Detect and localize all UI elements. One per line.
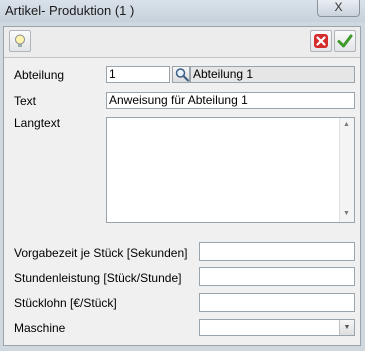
text-label: Text — [14, 94, 37, 108]
magnifier-icon — [175, 68, 189, 82]
toolbar — [4, 27, 360, 58]
abteilung-lookup-button[interactable] — [172, 66, 190, 83]
dialog-body: Abteilung 1 Abteilung 1 Text Anweisung f… — [3, 26, 361, 346]
green-check-icon — [337, 34, 353, 48]
stuecklohn-label: Stücklohn [€/Stück] — [14, 296, 117, 310]
close-button[interactable]: X — [317, 0, 360, 17]
hint-button[interactable] — [9, 30, 31, 52]
text-input[interactable]: Anweisung für Abteilung 1 — [106, 92, 355, 109]
title-bar[interactable]: Artikel- Produktion (1 ) X — [0, 0, 365, 22]
langtext-textarea[interactable]: ▲ ▼ — [106, 117, 355, 223]
red-x-icon — [314, 34, 328, 48]
dialog-window: Artikel- Produktion (1 ) X Abteilung 1 A… — [0, 0, 365, 351]
langtext-scrollbar[interactable]: ▲ ▼ — [339, 118, 354, 222]
stundenleistung-label: Stundenleistung [Stück/Stunde] — [14, 271, 182, 285]
window-title: Artikel- Produktion (1 ) — [5, 3, 135, 18]
stundenleistung-input[interactable] — [199, 267, 355, 286]
vorgabezeit-input[interactable] — [199, 242, 355, 261]
langtext-label: Langtext — [14, 116, 61, 130]
abteilung-input[interactable]: 1 — [106, 66, 170, 83]
scroll-up-icon[interactable]: ▲ — [343, 121, 350, 128]
maschine-label: Maschine — [14, 321, 66, 335]
vorgabezeit-label: Vorgabezeit je Stück [Sekunden] — [14, 246, 188, 260]
abteilung-label: Abteilung — [14, 68, 65, 82]
stuecklohn-input[interactable] — [199, 293, 355, 312]
confirm-button[interactable] — [334, 30, 356, 52]
abteilung-description: Abteilung 1 — [190, 66, 355, 83]
chevron-down-icon[interactable]: ▼ — [339, 320, 354, 335]
lightbulb-icon — [15, 34, 25, 47]
scroll-down-icon[interactable]: ▼ — [343, 210, 350, 217]
cancel-button[interactable] — [310, 30, 332, 52]
maschine-select[interactable]: ▼ — [199, 319, 355, 336]
